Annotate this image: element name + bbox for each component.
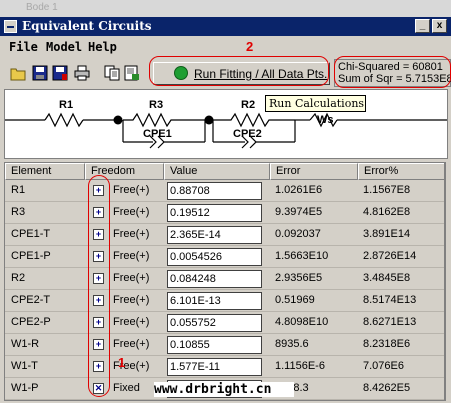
column-header-error[interactable]: Error (270, 163, 358, 180)
table-row[interactable]: W1-R + Free(+) 0.10855 8935.6 8.2318E6 (5, 334, 444, 356)
element-name: R2 (11, 272, 26, 284)
circuit-label-ws: Ws (317, 114, 334, 126)
table-row[interactable]: CPE1-T + Free(+) 2.365E-14 0.092037 3.891E14 (5, 224, 444, 246)
circuit-label-cpe1: CPE1 (143, 128, 172, 140)
error-value: 4.8098E10 (275, 316, 329, 328)
freedom-column-annotation (88, 175, 110, 397)
error-percent-value: 4.8162E8 (363, 206, 411, 218)
value-input[interactable]: 0.0054526 (167, 248, 262, 266)
freedom-value[interactable]: Free(+) (113, 202, 163, 224)
table-row[interactable]: R2 + Free(+) 0.084248 2.9356E5 3.4845E8 (5, 268, 444, 290)
error-value: 1.5663E10 (275, 250, 329, 262)
column-header-error-pct[interactable]: Error% (358, 163, 444, 180)
value-input[interactable]: 6.101E-13 (167, 292, 262, 310)
copy-icon[interactable] (104, 65, 120, 81)
element-name: CPE1-T (11, 228, 51, 240)
freedom-value[interactable]: Free(+) (113, 290, 163, 312)
error-value: 2.9356E5 (275, 272, 323, 284)
window-titlebar[interactable]: Equivalent Circuits _ x (0, 17, 451, 36)
error-value: 1.0261E6 (275, 184, 323, 196)
annotation-marker-1: 1 (118, 355, 126, 370)
save-as-icon[interactable] (52, 65, 68, 81)
minimize-button[interactable]: _ (415, 19, 430, 33)
freedom-value[interactable]: Free(+) (113, 180, 163, 202)
error-percent-value: 8.2318E6 (363, 338, 411, 350)
error-value: 1.1156E-6 (275, 360, 325, 372)
error-value: 0.51969 (275, 294, 315, 306)
circuit-label-r3: R3 (149, 99, 164, 111)
save-icon[interactable] (32, 65, 48, 81)
column-header-value[interactable]: Value (164, 163, 270, 180)
export-icon[interactable] (124, 65, 140, 81)
error-percent-value: 3.891E14 (363, 228, 411, 240)
error-percent-value: 8.6271E13 (363, 316, 417, 328)
value-input[interactable]: 2.365E-14 (167, 226, 262, 244)
value-input[interactable]: 1.577E-11 (167, 358, 262, 376)
close-button[interactable]: x (432, 19, 447, 33)
table-row[interactable]: CPE1-P + Free(+) 0.0054526 1.5663E10 2.8726E1… (5, 246, 444, 268)
freedom-value[interactable]: Free(+) (113, 334, 163, 356)
menu-bar: File Model Help (0, 38, 451, 56)
element-name: CPE2-T (11, 294, 51, 306)
menu-file[interactable]: File (9, 40, 38, 54)
error-percent-value: 3.4845E8 (363, 272, 411, 284)
background-window-title: Bode 1 (26, 2, 58, 13)
value-input[interactable]: 0.055752 (167, 314, 262, 332)
circuit-label-cpe2: CPE2 (233, 128, 262, 140)
print-icon[interactable] (74, 65, 90, 81)
error-percent-value: 2.8726E14 (363, 250, 417, 262)
menu-help[interactable]: Help (88, 40, 117, 54)
table-row[interactable]: CPE2-T + Free(+) 6.101E-13 0.51969 8.5174E13 (5, 290, 444, 312)
element-name: W1-T (11, 360, 38, 372)
element-name: W1-P (11, 382, 39, 394)
column-header-element[interactable]: Element (5, 163, 85, 180)
error-value: 9.3974E5 (275, 206, 323, 218)
parameter-table: Element Freedom Value Error Error% R1 + Fr… (4, 162, 445, 401)
table-row[interactable]: R3 + Free(+) 0.19512 9.3974E5 4.8162E8 (5, 202, 444, 224)
element-name: R3 (11, 206, 26, 218)
app-icon (4, 20, 17, 33)
freedom-value[interactable]: Free(+) (113, 224, 163, 246)
run-calculations-tooltip: Run Calculations (265, 95, 366, 112)
circuit-node-2 (204, 115, 214, 125)
run-button-annotation (149, 56, 329, 86)
value-input[interactable]: 0.88708 (167, 182, 262, 200)
open-folder-icon[interactable] (10, 65, 26, 81)
element-name: R1 (11, 184, 26, 196)
background-window-titlebar: Bode 1 (0, 0, 451, 18)
value-input[interactable]: 0.19512 (167, 204, 262, 222)
watermark-text: www.drbright.cn (154, 382, 294, 397)
chi-squared-annotation (334, 56, 451, 88)
element-name: W1-R (11, 338, 40, 350)
table-row[interactable]: W1-T + Free(+) 1.577E-11 1.1156E-6 7.076E6 (5, 356, 444, 378)
freedom-value[interactable]: Free(+) (113, 246, 163, 268)
circuit-diagram[interactable]: R1 R3 CPE1 R2 CPE2 Ws (4, 89, 448, 159)
error-percent-value: 8.5174E13 (363, 294, 417, 306)
error-percent-value: 1.1567E8 (363, 184, 411, 196)
element-name: CPE2-P (11, 316, 51, 328)
element-name: CPE1-P (11, 250, 51, 262)
circuit-label-r1: R1 (59, 99, 74, 111)
freedom-value[interactable]: Free(+) (113, 312, 163, 334)
circuit-label-r2: R2 (241, 99, 256, 111)
menu-model[interactable]: Model (46, 40, 82, 54)
error-value: 0.092037 (275, 228, 321, 240)
value-input[interactable]: 0.10855 (167, 336, 262, 354)
freedom-value[interactable]: Free(+) (113, 268, 163, 290)
error-percent-value: 8.4262E5 (363, 382, 411, 394)
vertical-scrollbar[interactable] (445, 162, 451, 401)
error-value: 8935.6 (275, 338, 309, 350)
table-row[interactable]: CPE2-P + Free(+) 0.055752 4.8098E10 8.6271E13 (5, 312, 444, 334)
table-row[interactable]: R1 + Free(+) 0.88708 1.0261E6 1.1567E8 (5, 180, 444, 202)
value-input[interactable]: 0.084248 (167, 270, 262, 288)
window-title: Equivalent Circuits (22, 19, 152, 33)
circuit-node-1 (113, 115, 123, 125)
annotation-marker-2: 2 (246, 39, 254, 54)
error-percent-value: 7.076E6 (363, 360, 404, 372)
